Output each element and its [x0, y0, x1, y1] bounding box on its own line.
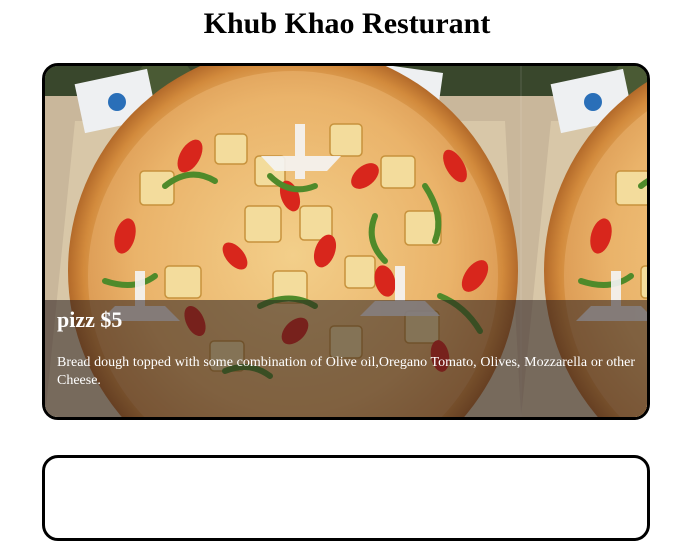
menu-card-2[interactable]: [42, 455, 650, 541]
menu-card[interactable]: pizz $5 Bread dough topped with some com…: [42, 63, 650, 420]
dish-title: pizz $5: [57, 307, 123, 332]
dish-description: Bread dough topped with some combination…: [57, 355, 635, 388]
page-title: Khub Khao Resturant: [203, 7, 491, 40]
